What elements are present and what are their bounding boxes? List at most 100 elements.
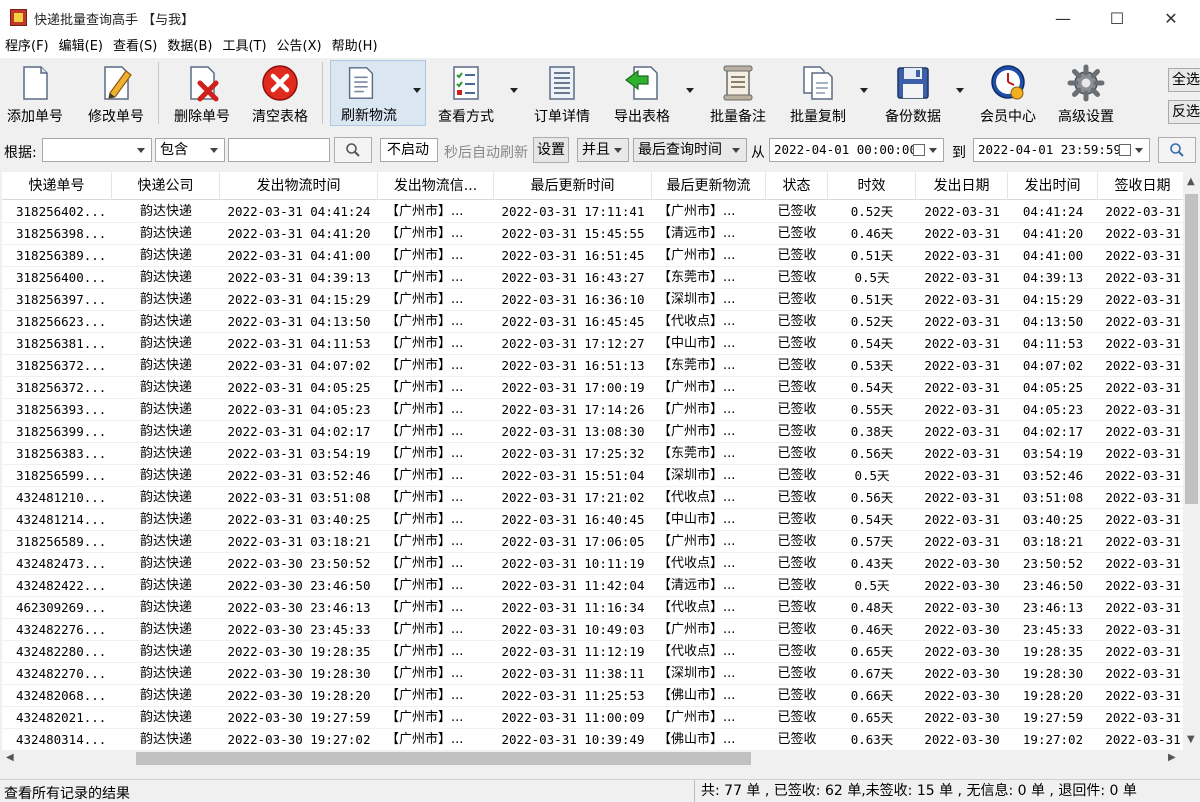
column-header[interactable]: 发出物流信...: [378, 172, 494, 200]
table-cell: 韵达快递: [139, 226, 192, 241]
column-header[interactable]: 发出物流时间: [220, 172, 378, 200]
scroll-down-icon[interactable]: ▼: [1187, 734, 1195, 745]
search-button[interactable]: [334, 137, 372, 163]
table-row[interactable]: 318256589... 韵达快递 2022-03-31 03:18:21 【广州市】…: [2, 531, 1183, 553]
horizontal-scrollbar[interactable]: ◀ ▶: [2, 750, 1183, 767]
table-row[interactable]: 462309269... 韵达快递 2022-03-30 23:46:13 【广州市】…: [2, 597, 1183, 619]
column-header[interactable]: 时效: [828, 172, 916, 200]
auto-refresh-label: 秒后自动刷新: [444, 145, 528, 161]
table-row[interactable]: 318256381... 韵达快递 2022-03-31 04:11:53 【广州市】…: [2, 333, 1183, 355]
table-row[interactable]: 432482422... 韵达快递 2022-03-30 23:46:50 【广州市】…: [2, 575, 1183, 597]
table-cell: 韵达快递: [139, 248, 192, 263]
settings-button[interactable]: 设置: [533, 137, 569, 163]
vertical-scrollbar[interactable]: ▲ ▼: [1183, 172, 1200, 750]
results-table[interactable]: 快递单号 快递公司 发出物流时间 发出物流信... 最后更新时间 最后更新物流 状态 时效 发出…: [2, 172, 1183, 750]
table-row[interactable]: 318256399... 韵达快递 2022-03-31 04:02:17 【广州市】…: [2, 421, 1183, 443]
refresh-logistics-button[interactable]: 刷新物流: [330, 60, 426, 126]
table-row[interactable]: 432482276... 韵达快递 2022-03-30 23:45:33 【广州市】…: [2, 619, 1183, 641]
table-cell: 2022-03-30: [924, 600, 1000, 615]
table-row[interactable]: 432481214... 韵达快递 2022-03-31 03:40:25 【广州市】…: [2, 509, 1183, 531]
column-header[interactable]: 最后更新时间: [494, 172, 652, 200]
table-row[interactable]: 318256402... 韵达快递 2022-03-31 04:41:24 【广州市】…: [2, 201, 1183, 223]
table-cell: 2022-03-31: [1105, 380, 1181, 395]
table-row[interactable]: 432482280... 韵达快递 2022-03-30 19:28:35 【广州市】…: [2, 641, 1183, 663]
edit-number-button[interactable]: 修改单号: [84, 60, 148, 126]
invert-selection-button[interactable]: 反选: [1168, 100, 1200, 124]
view-mode-button[interactable]: 查看方式: [434, 60, 498, 126]
table-row[interactable]: 432482068... 韵达快递 2022-03-30 19:28:20 【广州市】…: [2, 685, 1183, 707]
menu-edit[interactable]: 编辑(E): [54, 36, 108, 58]
advanced-settings-button[interactable]: 高级设置: [1054, 60, 1118, 126]
table-cell: 【广州市】...: [658, 424, 736, 439]
table-row[interactable]: 318256389... 韵达快递 2022-03-31 04:41:00 【广州市】…: [2, 245, 1183, 267]
column-header[interactable]: 发出时间: [1008, 172, 1098, 200]
date-search-button[interactable]: [1158, 137, 1196, 163]
view-mode-dropdown-arrow[interactable]: [510, 88, 518, 93]
time-field-select[interactable]: 最后查询时间: [633, 138, 747, 162]
batch-note-button[interactable]: 批量备注: [706, 60, 770, 126]
table-cell: 19:28:35: [1022, 644, 1084, 659]
column-header[interactable]: 最后更新物流: [652, 172, 766, 200]
table-row[interactable]: 318256397... 韵达快递 2022-03-31 04:15:29 【广州市】…: [2, 289, 1183, 311]
from-date-picker[interactable]: 2022-04-01 00:00:00: [769, 138, 944, 162]
table-row[interactable]: 432482473... 韵达快递 2022-03-30 23:50:52 【广州市】…: [2, 553, 1183, 575]
batch-copy-dropdown-arrow[interactable]: [860, 88, 868, 93]
order-detail-button[interactable]: 订单详情: [530, 60, 594, 126]
vertical-scroll-thumb[interactable]: [1185, 194, 1198, 504]
table-cell: 已签收: [777, 292, 817, 307]
table-cell: 2022-03-31: [1105, 292, 1181, 307]
scroll-up-icon[interactable]: ▲: [1187, 176, 1195, 187]
table-cell: 【广州市】...: [386, 248, 464, 263]
to-date-picker[interactable]: 2022-04-01 23:59:59: [973, 138, 1150, 162]
table-row[interactable]: 432480314... 韵达快递 2022-03-30 19:27:02 【广州市】…: [2, 729, 1183, 750]
column-header[interactable]: 状态: [766, 172, 828, 200]
close-window-button[interactable]: ✕: [1148, 0, 1194, 36]
menu-data[interactable]: 数据(B): [162, 36, 217, 58]
batch-copy-button[interactable]: 批量复制: [786, 60, 850, 126]
select-all-button[interactable]: 全选: [1168, 68, 1200, 92]
table-cell: 04:41:00: [1022, 248, 1084, 263]
backup-data-button[interactable]: 备份数据: [880, 60, 946, 126]
table-cell: 03:40:25: [1022, 512, 1084, 527]
logic-select[interactable]: 并且: [577, 138, 629, 162]
add-number-button[interactable]: 添加单号: [4, 60, 66, 126]
filter-search-input[interactable]: [228, 138, 330, 162]
menu-notice[interactable]: 公告(X): [272, 36, 327, 58]
backup-dropdown-arrow[interactable]: [956, 88, 964, 93]
column-header[interactable]: 签收日期: [1098, 172, 1183, 200]
auto-refresh-input[interactable]: 不启动: [380, 138, 438, 162]
column-header[interactable]: 发出日期: [916, 172, 1008, 200]
refresh-dropdown-arrow[interactable]: [413, 88, 421, 93]
scroll-right-icon[interactable]: ▶: [1168, 752, 1176, 763]
column-header[interactable]: 快递单号: [2, 172, 112, 200]
table-row[interactable]: 318256372... 韵达快递 2022-03-31 04:05:25 【广州市】…: [2, 377, 1183, 399]
maximize-button[interactable]: ☐: [1094, 0, 1140, 36]
table-row[interactable]: 318256383... 韵达快递 2022-03-31 03:54:19 【广州市】…: [2, 443, 1183, 465]
menu-view[interactable]: 查看(S): [108, 36, 162, 58]
column-header[interactable]: 快递公司: [112, 172, 220, 200]
table-row[interactable]: 432481210... 韵达快递 2022-03-31 03:51:08 【广州市】…: [2, 487, 1183, 509]
member-center-button[interactable]: 会员中心: [976, 60, 1040, 126]
table-row[interactable]: 432482021... 韵达快递 2022-03-30 19:27:59 【广州市】…: [2, 707, 1183, 729]
clear-table-button[interactable]: 清空表格: [248, 60, 312, 126]
table-row[interactable]: 318256393... 韵达快递 2022-03-31 04:05:23 【广州市】…: [2, 399, 1183, 421]
scroll-left-icon[interactable]: ◀: [6, 752, 14, 763]
table-row[interactable]: 318256599... 韵达快递 2022-03-31 03:52:46 【广州市】…: [2, 465, 1183, 487]
table-row[interactable]: 432482270... 韵达快递 2022-03-30 19:28:30 【广州市】…: [2, 663, 1183, 685]
table-cell: 2022-03-31 16:51:45: [501, 248, 645, 263]
export-table-button[interactable]: 导出表格: [610, 60, 674, 126]
delete-number-button[interactable]: 删除单号: [170, 60, 234, 126]
menu-program[interactable]: 程序(F): [0, 36, 54, 58]
horizontal-scroll-thumb[interactable]: [136, 752, 751, 765]
menu-help[interactable]: 帮助(H): [327, 36, 383, 58]
filter-field-select[interactable]: [42, 138, 152, 162]
table-row[interactable]: 318256398... 韵达快递 2022-03-31 04:41:20 【广州市】…: [2, 223, 1183, 245]
table-row[interactable]: 318256372... 韵达快递 2022-03-31 04:07:02 【广州市】…: [2, 355, 1183, 377]
table-row[interactable]: 318256400... 韵达快递 2022-03-31 04:39:13 【广州市】…: [2, 267, 1183, 289]
table-cell: 韵达快递: [139, 292, 192, 307]
table-row[interactable]: 318256623... 韵达快递 2022-03-31 04:13:50 【广州市】…: [2, 311, 1183, 333]
menu-tools[interactable]: 工具(T): [217, 36, 271, 58]
filter-match-select[interactable]: 包含: [155, 138, 225, 162]
minimize-button[interactable]: —: [1040, 0, 1086, 36]
export-dropdown-arrow[interactable]: [686, 88, 694, 93]
